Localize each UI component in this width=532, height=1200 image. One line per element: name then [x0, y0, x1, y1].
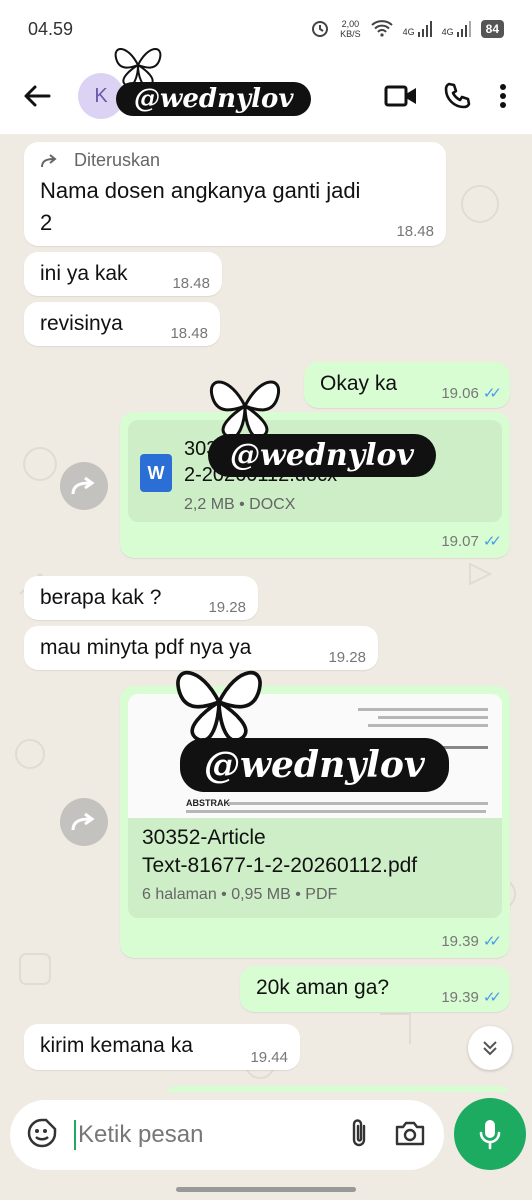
- network-speed: 2,00 KB/S: [340, 19, 361, 39]
- message-text: ini ya kak: [40, 262, 128, 285]
- time-label: 19.39: [441, 988, 479, 1006]
- share-button[interactable]: [60, 798, 108, 846]
- network-type-1: 4G: [402, 27, 415, 37]
- message-text: 2: [40, 210, 53, 235]
- share-button[interactable]: [60, 462, 108, 510]
- message-time: 19.06 ✓✓: [441, 384, 502, 403]
- read-ticks-icon: ✓✓: [482, 989, 502, 1006]
- time-label: 18.48: [170, 325, 208, 342]
- signal-bars-icon: [456, 21, 471, 37]
- camera-button[interactable]: [394, 1119, 426, 1152]
- network-type-2: 4G: [441, 27, 454, 37]
- battery-indicator: 84: [480, 20, 504, 38]
- share-forward-icon: [71, 812, 95, 831]
- chat-area[interactable]: Diteruskan Nama dosen angkanya ganti jad…: [0, 134, 532, 1092]
- more-options-button[interactable]: [488, 73, 518, 119]
- time-label: 19.39: [441, 932, 479, 950]
- message-time: 18.48: [396, 223, 434, 240]
- text-caret: [74, 1120, 76, 1150]
- message-bubble-out[interactable]: 20k aman ga? 19.39 ✓✓: [240, 966, 510, 1012]
- signal-2: 4G: [442, 21, 471, 37]
- read-ticks-icon: ✓✓: [482, 533, 502, 550]
- message-text: berapa kak ?: [40, 586, 162, 609]
- emoji-sticker-icon: [27, 1118, 57, 1147]
- message-time: 19.39 ✓✓: [441, 988, 502, 1007]
- watermark-label: @wednylov: [208, 434, 436, 477]
- message-bubble-in[interactable]: kirim kemana ka 19.44: [24, 1024, 300, 1070]
- message-bubble-in[interactable]: Diteruskan Nama dosen angkanya ganti jad…: [24, 142, 446, 246]
- time-label: 19.28: [208, 599, 246, 616]
- voice-record-button[interactable]: [454, 1098, 526, 1170]
- attach-icon: [352, 1118, 366, 1146]
- video-call-icon: [384, 85, 416, 107]
- message-time: 19.28: [208, 599, 246, 616]
- file-meta: 2,2 MB • DOCX: [184, 496, 296, 513]
- read-ticks-icon: ✓✓: [482, 385, 502, 402]
- message-input[interactable]: Ketik pesan: [78, 1121, 348, 1149]
- more-vert-icon: [500, 84, 506, 108]
- file-meta: 6 halaman • 0,95 MB • PDF: [142, 886, 338, 903]
- read-ticks-icon: ✓✓: [482, 933, 502, 950]
- message-bubble-in[interactable]: berapa kak ? 19.28: [24, 576, 258, 620]
- message-bubble-in[interactable]: ini ya kak 18.48: [24, 252, 222, 296]
- back-arrow-icon: [24, 85, 51, 107]
- message-text: 20k aman ga?: [256, 976, 390, 999]
- time-label: 18.48: [396, 223, 434, 240]
- time-label: 19.44: [250, 1049, 288, 1066]
- video-call-button[interactable]: [376, 73, 426, 119]
- message-time: 19.28: [328, 649, 366, 666]
- message-text: Nama dosen angkanya ganti jadi: [40, 178, 361, 203]
- scroll-to-bottom-button[interactable]: [468, 1026, 512, 1070]
- time-label: 19.07: [441, 532, 479, 550]
- watermark-label: @wednylov: [180, 738, 449, 792]
- share-forward-icon: [71, 476, 95, 495]
- network-speed-value: 2,00: [341, 19, 360, 29]
- forward-arrow-icon: [41, 153, 57, 167]
- status-bar: 04.59 2,00 KB/S 4G 4G 84: [0, 0, 532, 58]
- message-bubble-out[interactable]: Okay ka 19.06 ✓✓: [304, 362, 510, 408]
- message-time: 19.07 ✓✓: [441, 532, 502, 551]
- signal-bars-icon: [417, 21, 432, 37]
- wifi-icon: [370, 19, 393, 40]
- time-label: 18.48: [172, 275, 210, 292]
- watermark-label: @wednylov: [116, 82, 312, 116]
- message-text: kirim kemana ka: [40, 1034, 193, 1057]
- mic-icon: [479, 1120, 501, 1150]
- emoji-sticker-button[interactable]: [26, 1117, 58, 1154]
- signal-1: 4G: [403, 21, 432, 37]
- back-button[interactable]: [14, 73, 60, 119]
- message-time: 18.48: [170, 325, 208, 342]
- voice-call-icon: [444, 82, 471, 109]
- attach-button[interactable]: [348, 1116, 370, 1155]
- time-label: 19.28: [328, 649, 366, 666]
- message-input-container[interactable]: Ketik pesan: [10, 1100, 444, 1170]
- forwarded-label: Diteruskan: [40, 150, 160, 171]
- time-label: 19.06: [441, 384, 479, 402]
- composer: Ketik pesan: [0, 1092, 532, 1200]
- message-text: revisinya: [40, 312, 123, 335]
- message-bubble-in[interactable]: revisinya 18.48: [24, 302, 220, 346]
- status-time: 04.59: [28, 18, 74, 39]
- forwarded-text: Diteruskan: [74, 150, 161, 170]
- file-icon-letter: W: [147, 462, 165, 483]
- pdf-preview-heading: ABSTRAK: [186, 798, 230, 808]
- file-name: 30352-Article: [142, 826, 266, 849]
- network-speed-unit: KB/S: [340, 29, 361, 39]
- gesture-bar[interactable]: [176, 1187, 356, 1192]
- alarm-icon: [310, 18, 330, 41]
- double-chevron-down-icon: [483, 1041, 497, 1056]
- word-file-icon: W: [140, 454, 172, 492]
- message-time: 19.44: [250, 1049, 288, 1066]
- status-icons: 2,00 KB/S 4G 4G 84: [310, 18, 504, 41]
- camera-icon: [395, 1121, 425, 1145]
- message-text: Okay ka: [320, 372, 398, 395]
- message-time: 18.48: [172, 275, 210, 292]
- voice-call-button[interactable]: [432, 73, 482, 119]
- file-name: Text-81677-1-2-20260112.pdf: [142, 854, 418, 877]
- message-time: 19.39 ✓✓: [441, 932, 502, 951]
